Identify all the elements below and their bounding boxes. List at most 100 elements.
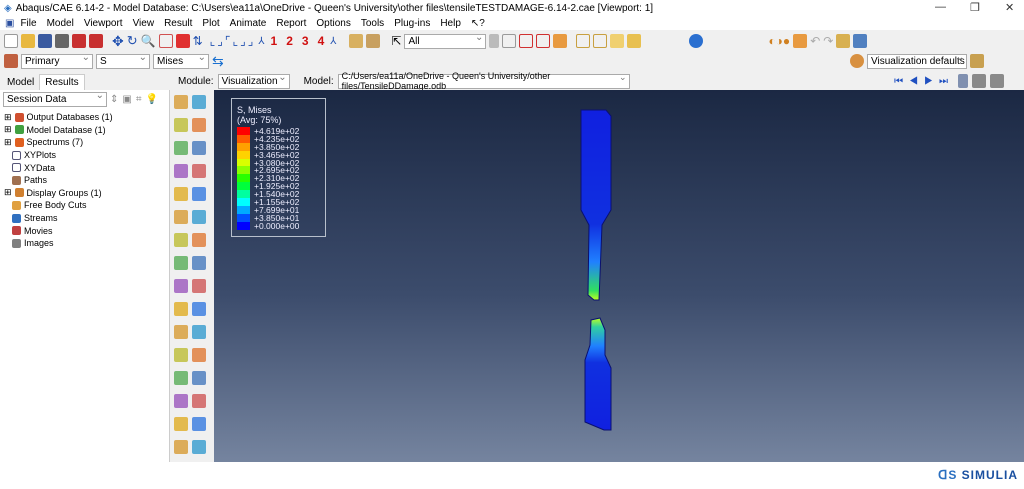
menu-tools[interactable]: Tools <box>361 18 384 29</box>
display-options-icon[interactable] <box>970 54 984 68</box>
menu-file[interactable]: File <box>20 18 36 29</box>
tree-item[interactable]: Images <box>4 237 169 250</box>
toolbox-tool-icon[interactable] <box>192 164 206 178</box>
sync-icon[interactable]: ⇆ <box>212 53 224 70</box>
auto-fit-icon[interactable] <box>175 34 190 48</box>
hidden-line-icon[interactable] <box>593 34 608 48</box>
context-help-button[interactable]: ↖? <box>471 18 485 29</box>
toolbox-tool-icon[interactable] <box>192 95 206 109</box>
undo-icon[interactable]: ↶ <box>810 34 820 48</box>
triad-icon[interactable]: ⅄ <box>330 36 336 47</box>
tree-item[interactable]: Paths <box>4 174 169 187</box>
tree-item[interactable]: XYPlots <box>4 149 169 162</box>
toolbox-tool-icon[interactable] <box>192 302 206 316</box>
tree-item[interactable]: Movies <box>4 224 169 237</box>
save-icon[interactable] <box>38 34 52 48</box>
menu-viewport[interactable]: Viewport <box>84 18 123 29</box>
camera-icon[interactable] <box>972 74 986 88</box>
toolbox-tool-icon[interactable] <box>192 141 206 155</box>
toolbox-tool-icon[interactable] <box>192 417 206 431</box>
tree-tools[interactable]: ⇕▣⌗💡 <box>110 94 162 105</box>
menu-view[interactable]: View <box>133 18 155 29</box>
view-3-button[interactable]: 3 <box>302 34 309 48</box>
toolbox-tool-icon[interactable] <box>192 118 206 132</box>
highlight-pick-icon[interactable] <box>793 34 808 48</box>
field-output-icon[interactable] <box>4 54 18 68</box>
tab-results[interactable]: Results <box>39 74 85 90</box>
toolbox-tool-icon[interactable] <box>174 141 188 155</box>
toolbox-tool-icon[interactable] <box>174 164 188 178</box>
toolbox-tool-icon[interactable] <box>174 417 188 431</box>
tree-item[interactable]: ⊞ Output Databases (1) <box>4 111 169 124</box>
shaded-icon[interactable] <box>627 34 642 48</box>
pan-icon[interactable]: ✥ <box>112 33 124 50</box>
toolbox-tool-icon[interactable] <box>174 371 188 385</box>
redo-icon[interactable]: ↷ <box>823 34 833 48</box>
toolbox-tool-icon[interactable] <box>174 348 188 362</box>
menu-plot[interactable]: Plot <box>202 18 219 29</box>
menu-result[interactable]: Result <box>164 18 192 29</box>
toolbox-tool-icon[interactable] <box>192 233 206 247</box>
animation-controls[interactable]: ⏮◀▶⏭ <box>894 76 954 87</box>
camera-options-icon[interactable] <box>990 74 1004 88</box>
invariant-select[interactable]: Mises <box>153 52 209 69</box>
primary-select[interactable]: Primary <box>21 52 93 69</box>
filled-icon[interactable] <box>610 34 625 48</box>
menu-help[interactable]: Help <box>440 18 461 29</box>
menu-plugins[interactable]: Plug-ins <box>394 18 430 29</box>
iso-view-icon[interactable]: ⅄ <box>258 36 264 47</box>
toolbox-tool-icon[interactable] <box>192 325 206 339</box>
tree-item[interactable]: Streams <box>4 212 169 225</box>
new-file-icon[interactable] <box>4 34 18 48</box>
toolbox-tool-icon[interactable] <box>174 440 188 454</box>
box-zoom-icon[interactable] <box>158 34 173 48</box>
view-2-button[interactable]: 2 <box>286 34 293 48</box>
render-style-icons[interactable]: ◐◑● <box>768 34 790 48</box>
viewport[interactable]: S, Mises (Avg: 75%) +4.619e+02 +4.235e+02… <box>214 90 1024 462</box>
toolbox-tool-icon[interactable] <box>174 95 188 109</box>
toolbox-tool-icon[interactable] <box>174 325 188 339</box>
list-icon[interactable] <box>349 34 364 48</box>
select-through-icon[interactable] <box>502 34 517 48</box>
toolbox-tool-icon[interactable] <box>192 210 206 224</box>
toolbox-tool-icon[interactable] <box>192 371 206 385</box>
menu-model[interactable]: Model <box>47 18 74 29</box>
visualization-defaults-select[interactable]: Visualization defaults <box>867 52 967 69</box>
tree-item[interactable]: ⊞ Spectrums (7) <box>4 136 169 149</box>
session-data-select[interactable]: Session Data <box>3 90 107 107</box>
tab-model[interactable]: Model <box>2 75 40 90</box>
tree-item[interactable]: ⊞ Model Database (1) <box>4 124 169 137</box>
zoom-icon[interactable]: 🔍 <box>141 34 156 48</box>
toolbox-tool-icon[interactable] <box>174 187 188 201</box>
view-4-button[interactable]: 4 <box>318 34 325 48</box>
box-select-icon[interactable] <box>519 34 534 48</box>
module-select[interactable]: Visualization <box>217 72 290 89</box>
import-icon[interactable] <box>72 34 86 48</box>
variable-select[interactable]: S <box>96 52 150 69</box>
select-arrow-icon[interactable]: ⇱ <box>391 34 401 48</box>
view-manager-icon[interactable] <box>836 34 851 48</box>
toolbox-tool-icon[interactable] <box>174 118 188 132</box>
info-icon[interactable] <box>689 34 704 48</box>
wireframe-icon[interactable] <box>576 34 591 48</box>
toolbox-tool-icon[interactable] <box>174 233 188 247</box>
highlight-icon[interactable] <box>553 34 568 48</box>
toolbox-tool-icon[interactable] <box>192 279 206 293</box>
frame-icon[interactable] <box>958 74 968 88</box>
toolbox-tool-icon[interactable] <box>192 394 206 408</box>
tree-item[interactable]: Free Body Cuts <box>4 199 169 212</box>
export-icon[interactable] <box>89 34 103 48</box>
view-1-button[interactable]: 1 <box>271 34 278 48</box>
tree-item[interactable]: ⊞ Display Groups (1) <box>4 187 169 200</box>
selection-option-icon[interactable] <box>489 34 500 48</box>
toolbox-tool-icon[interactable] <box>192 187 206 201</box>
toolbox-tool-icon[interactable] <box>174 279 188 293</box>
palette-icon[interactable] <box>850 54 864 68</box>
menu-options[interactable]: Options <box>316 18 350 29</box>
toolbox-tool-icon[interactable] <box>174 210 188 224</box>
toolbox-tool-icon[interactable] <box>174 394 188 408</box>
query-icon[interactable] <box>366 34 381 48</box>
layout-icon[interactable] <box>853 34 868 48</box>
maximize-button[interactable]: ❐ <box>970 1 980 14</box>
toolbox-tool-icon[interactable] <box>174 256 188 270</box>
